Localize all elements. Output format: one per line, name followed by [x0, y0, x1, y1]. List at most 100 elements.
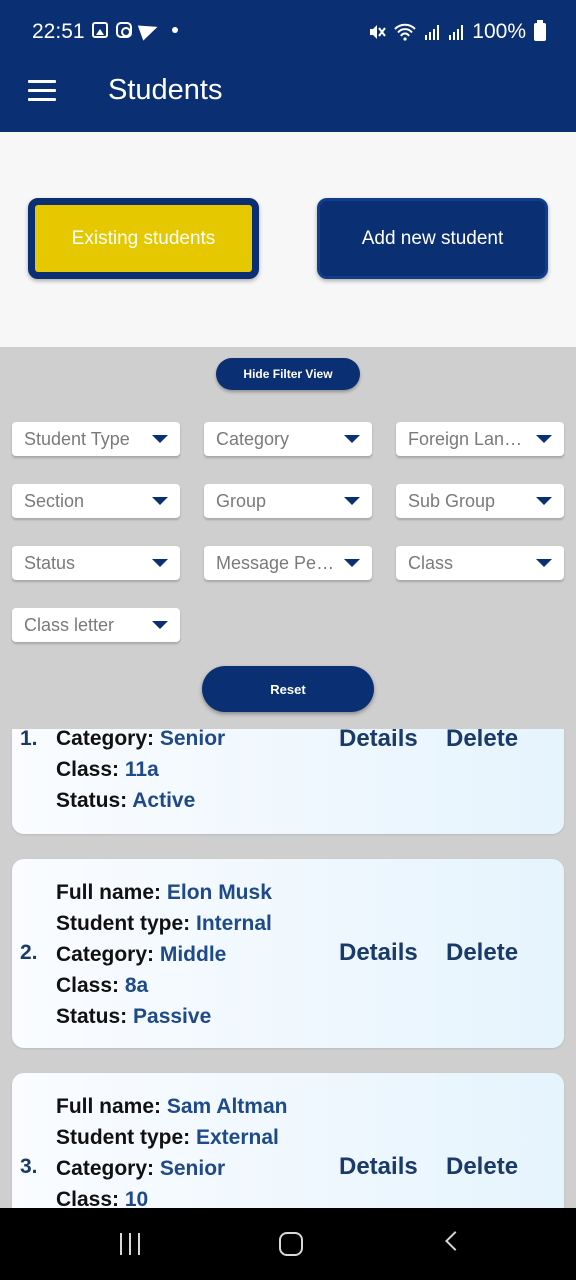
field-value: Senior	[159, 1157, 226, 1180]
app-bar: Students	[0, 62, 576, 132]
field-label: Student type:	[56, 912, 196, 935]
dropdown-label: Student Type	[24, 429, 130, 449]
system-icons: 100%	[368, 20, 546, 44]
page-title: Students	[108, 74, 223, 106]
foreign-language-dropdown[interactable]: Foreign Langua...	[396, 422, 564, 456]
field-label: Class:	[56, 1188, 125, 1208]
dropdown-label: Class letter	[24, 615, 115, 635]
status-row: Status: Active	[56, 785, 225, 816]
category-dropdown[interactable]: Category	[204, 422, 372, 456]
dropdown-arrow-icon	[152, 621, 168, 629]
field-label: Category:	[56, 943, 160, 966]
class-letter-dropdown[interactable]: Class letter	[12, 608, 180, 642]
dropdown-label: Message Perm...	[216, 553, 353, 573]
signal-icon	[425, 25, 440, 40]
notification-icons	[92, 19, 178, 41]
dropdown-label: Section	[24, 491, 85, 511]
field-value: 11a	[124, 758, 159, 781]
field-value: Passive	[133, 1005, 212, 1028]
student-card: 3. Full name: Sam Altman Student type: E…	[12, 1073, 564, 1208]
details-link[interactable]: Details	[339, 729, 418, 753]
student-number: 3.	[20, 1155, 38, 1178]
battery-percent: 100%	[472, 20, 526, 43]
student-number: 1.	[20, 729, 38, 750]
hide-filter-view-button[interactable]: Hide Filter View	[216, 358, 360, 390]
telegram-icon	[137, 19, 161, 41]
system-navigation-bar	[0, 1208, 576, 1280]
student-list[interactable]: 1. Category: Senior Class: 11a Status: A…	[0, 729, 576, 1208]
category-row: Category: Senior	[56, 1153, 287, 1184]
field-value: Middle	[159, 943, 227, 966]
field-label: Full name:	[56, 1095, 167, 1118]
class-row: Class: 10	[56, 1184, 287, 1208]
sub-group-dropdown[interactable]: Sub Group	[396, 484, 564, 518]
full-name-row: Full name: Sam Altman	[56, 1091, 287, 1122]
dropdown-label: Status	[24, 553, 76, 573]
field-label: Student type:	[56, 1126, 196, 1149]
dropdown-label: Group	[216, 491, 267, 511]
status-row: Status: Passive	[56, 1001, 272, 1032]
category-row: Category: Senior	[56, 729, 225, 754]
dropdown-arrow-icon	[344, 497, 360, 505]
dropdown-arrow-icon	[152, 559, 168, 567]
student-fields: Full name: Elon Musk Student type: Inter…	[56, 877, 272, 1032]
delete-link[interactable]: Delete	[446, 729, 518, 753]
hamburger-menu-icon[interactable]	[28, 80, 58, 104]
student-card: 1. Category: Senior Class: 11a Status: A…	[12, 729, 564, 834]
dropdown-label: Category	[216, 429, 290, 449]
dropdown-arrow-icon	[344, 559, 360, 567]
message-permission-dropdown[interactable]: Message Perm...	[204, 546, 372, 580]
student-type-row: Student type: External	[56, 1122, 287, 1153]
signal-icon-2	[449, 25, 464, 40]
category-row: Category: Middle	[56, 939, 272, 970]
dropdown-label: Sub Group	[408, 491, 496, 511]
field-label: Category:	[56, 729, 160, 750]
add-new-student-button[interactable]: Add new student	[317, 198, 548, 279]
field-value: Internal	[196, 912, 272, 935]
field-value: Active	[132, 789, 196, 812]
field-label: Status:	[56, 1005, 134, 1028]
dropdown-label: Class	[408, 553, 454, 573]
mode-switch-section: Existing students Add new student	[0, 132, 576, 347]
field-value: Elon Musk	[166, 881, 272, 904]
dropdown-arrow-icon	[152, 497, 168, 505]
student-fields: Category: Senior Class: 11a Status: Acti…	[56, 729, 225, 816]
dropdown-arrow-icon	[536, 497, 552, 505]
student-number: 2.	[20, 941, 38, 964]
field-label: Class:	[56, 974, 125, 997]
status-time: 22:51	[32, 20, 85, 43]
student-fields: Full name: Sam Altman Student type: Exte…	[56, 1091, 287, 1208]
details-link[interactable]: Details	[339, 1153, 418, 1181]
field-label: Category:	[56, 1157, 160, 1180]
class-row: Class: 8a	[56, 970, 272, 1001]
field-label: Status:	[56, 789, 133, 812]
group-dropdown[interactable]: Group	[204, 484, 372, 518]
student-card: 2. Full name: Elon Musk Student type: In…	[12, 859, 564, 1048]
field-value: 10	[124, 1188, 149, 1208]
student-type-dropdown[interactable]: Student Type	[12, 422, 180, 456]
dropdown-arrow-icon	[536, 435, 552, 443]
recents-icon[interactable]	[118, 1233, 142, 1255]
reset-button[interactable]: Reset	[202, 666, 374, 712]
field-value: External	[196, 1126, 279, 1149]
dropdown-arrow-icon	[536, 559, 552, 567]
field-value: Senior	[159, 729, 226, 750]
wifi-icon	[394, 23, 416, 41]
student-type-row: Student type: Internal	[56, 908, 272, 939]
gallery-icon	[92, 22, 108, 38]
status-dropdown[interactable]: Status	[12, 546, 180, 580]
dropdown-arrow-icon	[344, 435, 360, 443]
back-icon[interactable]	[445, 1231, 465, 1251]
class-dropdown[interactable]: Class	[396, 546, 564, 580]
more-notifications-dot-icon	[172, 27, 178, 33]
home-icon[interactable]	[279, 1232, 303, 1256]
battery-icon	[534, 20, 546, 41]
section-dropdown[interactable]: Section	[12, 484, 180, 518]
existing-students-button[interactable]: Existing students	[28, 198, 259, 279]
delete-link[interactable]: Delete	[446, 939, 518, 967]
dropdown-arrow-icon	[152, 435, 168, 443]
details-link[interactable]: Details	[339, 939, 418, 967]
mute-icon	[370, 25, 387, 39]
class-row: Class: 11a	[56, 754, 225, 785]
delete-link[interactable]: Delete	[446, 1153, 518, 1181]
